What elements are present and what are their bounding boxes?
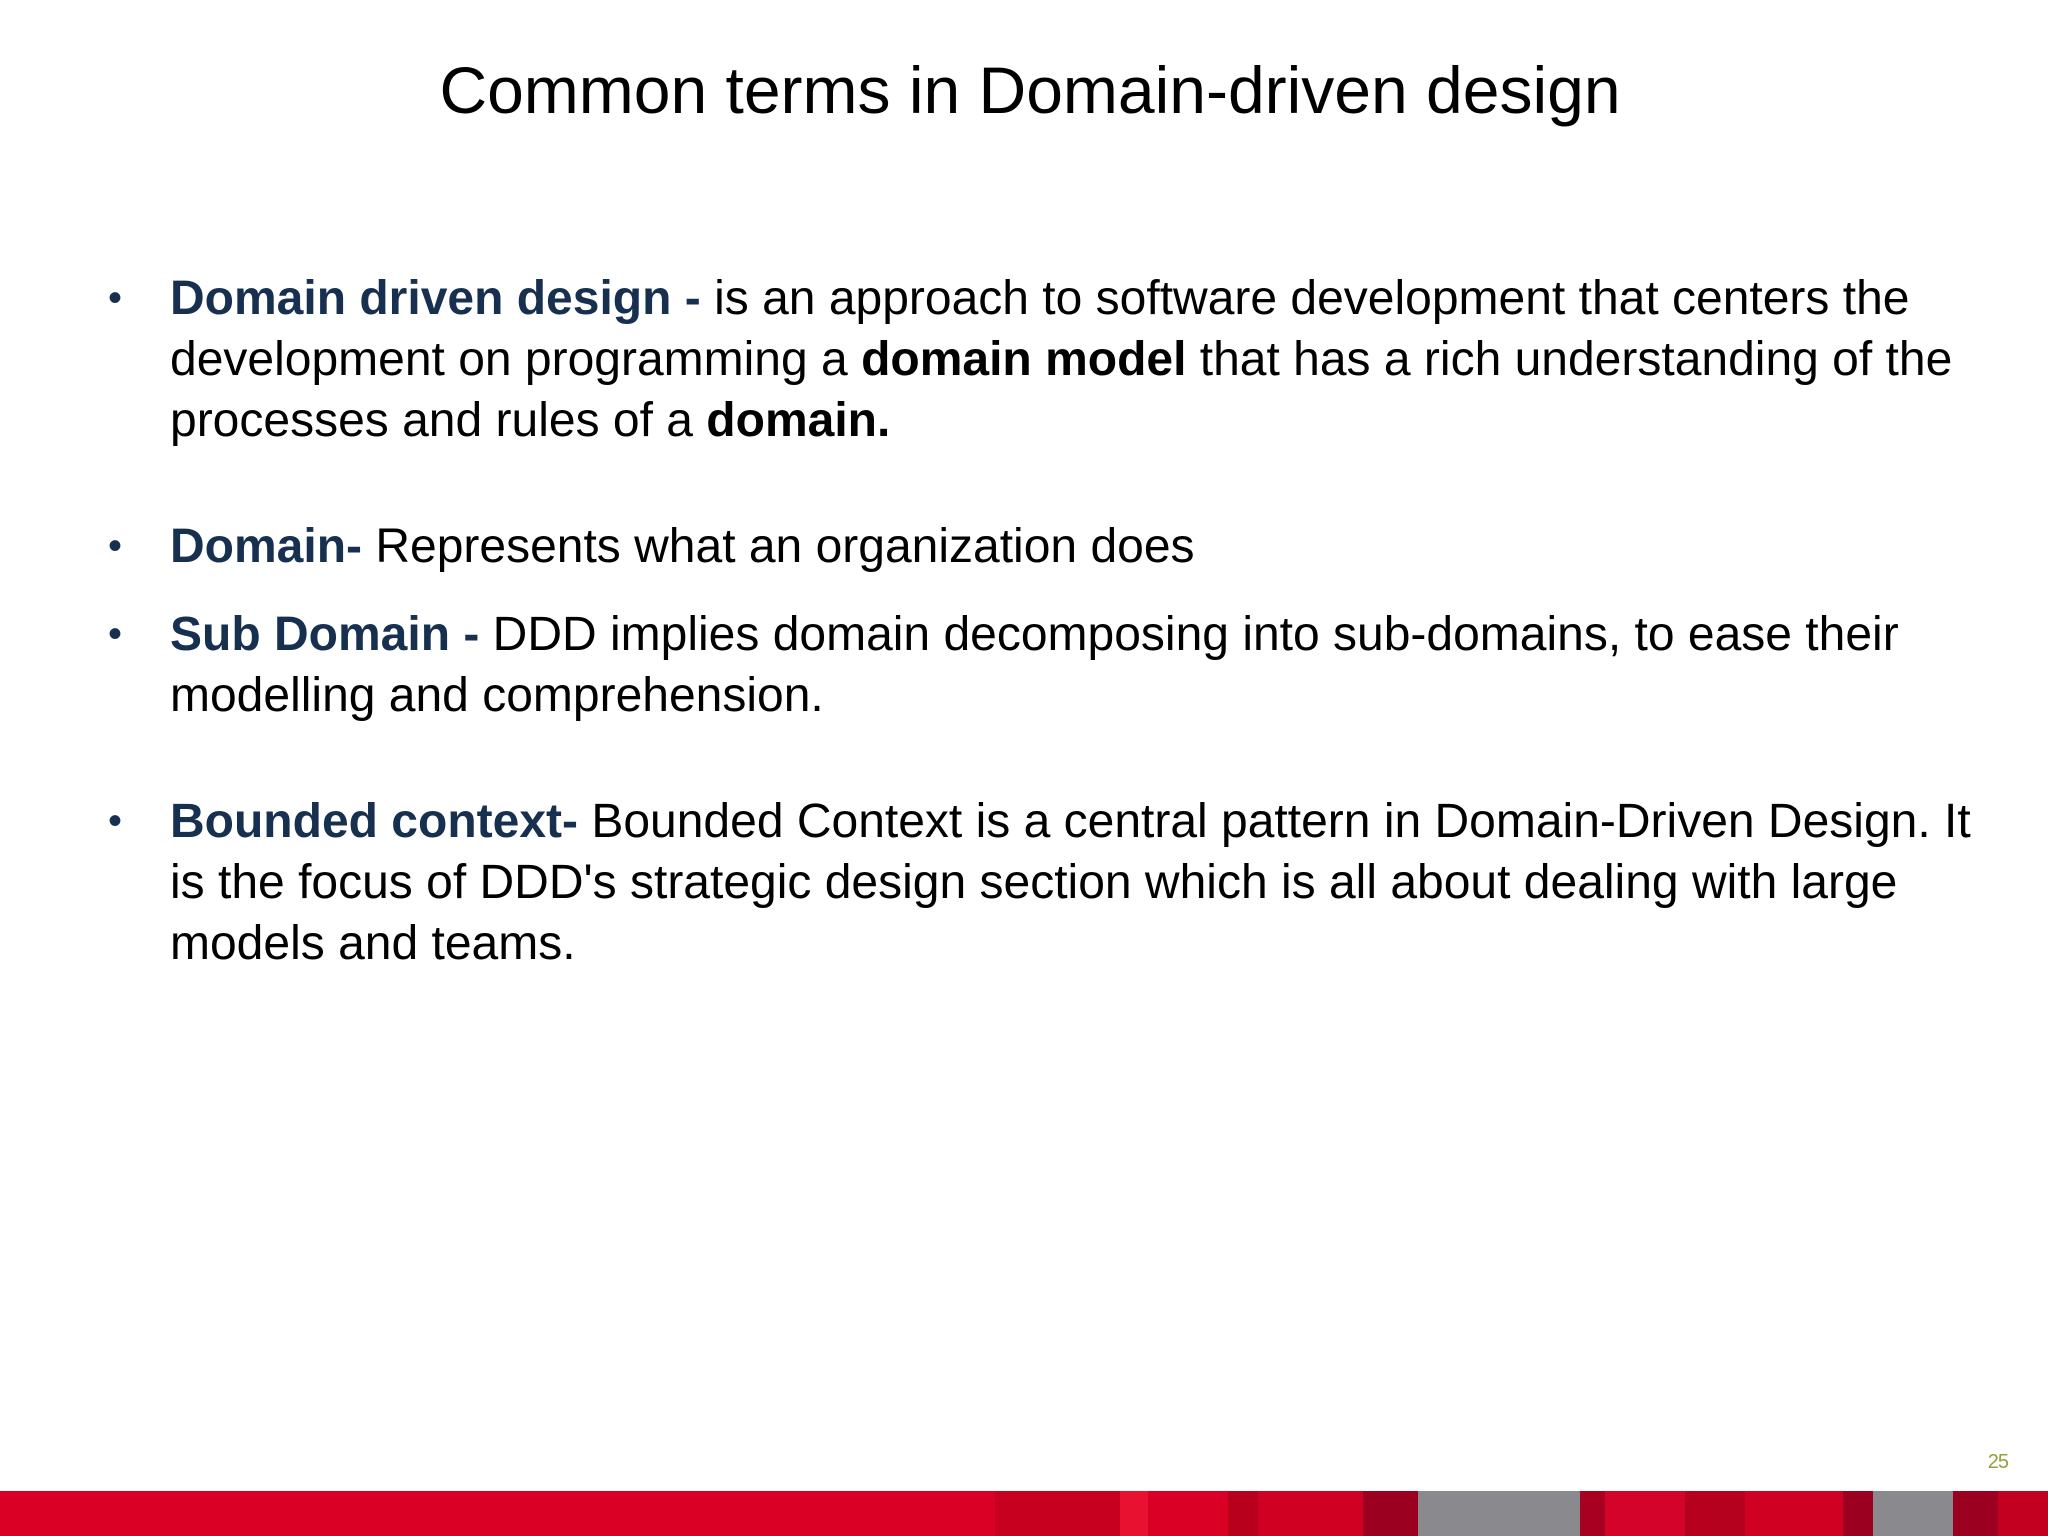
definition-emphasis: domain. [706,394,891,447]
footer-segment [1363,1491,1418,1536]
bullet-icon: • [108,799,123,843]
footer-segment [995,1491,1120,1536]
footer-segment [1228,1491,1258,1536]
footer-segment [1580,1491,1605,1536]
footer-segment [1258,1491,1363,1536]
bullet-icon: • [108,276,123,320]
footer-segment [1605,1491,1685,1536]
term-label: Domain driven design - [170,272,701,325]
definition-emphasis: domain model [861,333,1187,386]
term-label: Domain- [170,520,362,573]
bullet-list: • Domain driven design - is an approach … [0,268,2048,974]
footer-segment [1873,1491,1953,1536]
footer-segment [1685,1491,1745,1536]
page-number: 25 [1987,1451,2009,1473]
footer-decorative-bar [0,1491,2048,1536]
slide-title: Common terms in Domain-driven design [439,53,1621,127]
bullet-item-domain-driven-design: • Domain driven design - is an approach … [0,268,2048,451]
bullet-item-bounded-context: • Bounded context- Bounded Context is a … [0,791,2048,974]
footer-segment [1418,1491,1580,1536]
term-label: Bounded context- [170,795,578,848]
bullet-icon: • [108,524,123,568]
bullet-item-sub-domain: • Sub Domain - DDD implies domain decomp… [0,604,2048,726]
term-label: Sub Domain - [170,608,480,661]
bullet-icon: • [108,612,123,656]
definition-text: Represents what an organization does [362,520,1195,573]
bullet-item-domain: • Domain- Represents what an organizatio… [0,516,2048,577]
footer-segment [1843,1491,1873,1536]
footer-segment [1745,1491,1843,1536]
footer-segment [1998,1491,2048,1536]
footer-segment [1953,1491,1998,1536]
footer-segment [1120,1491,1148,1536]
